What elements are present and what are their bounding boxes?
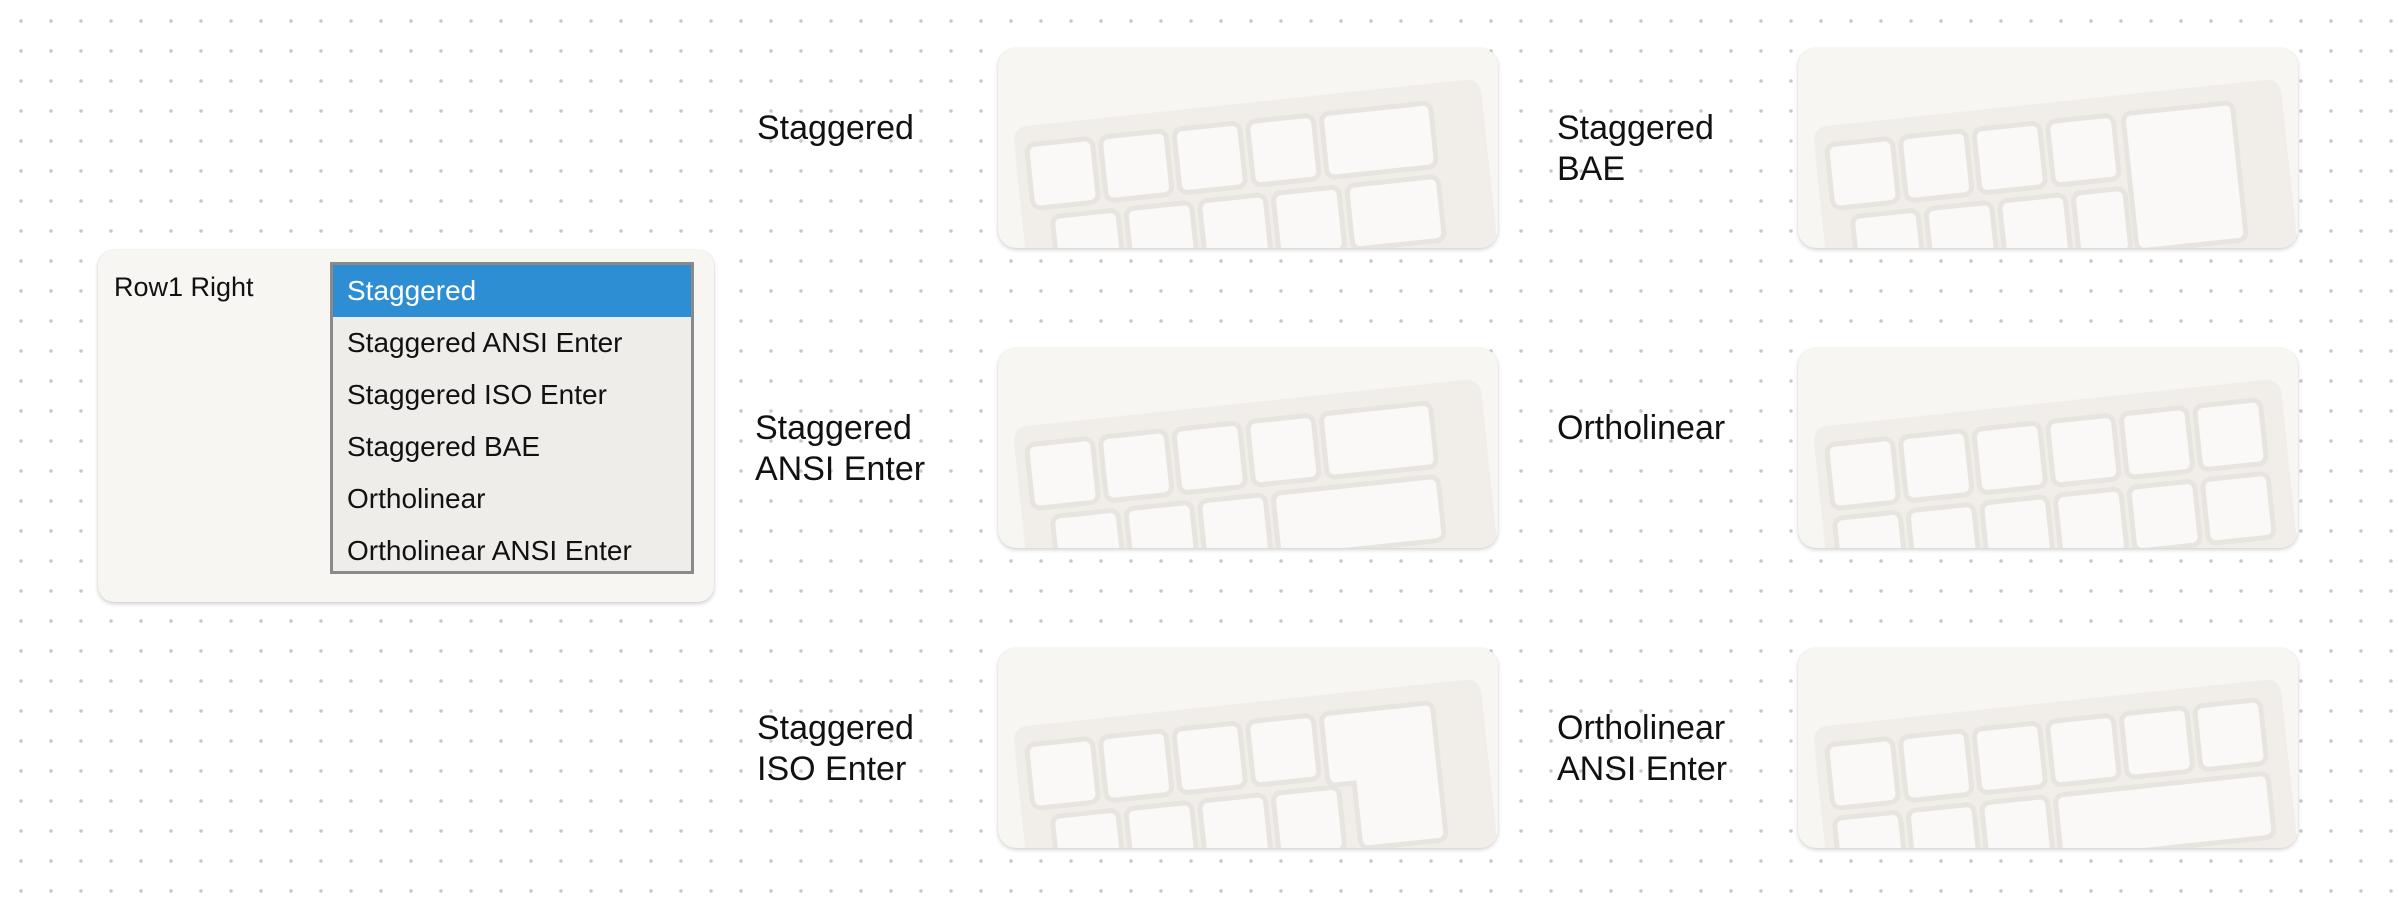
keyboard-ortholinear-icon[interactable]	[1798, 348, 2298, 548]
option-staggered-ansi-enter[interactable]: Staggered ANSI Enter	[333, 317, 691, 369]
option-staggered[interactable]: Staggered	[333, 265, 691, 317]
row1-right-label: Row1 Right	[114, 272, 254, 302]
label-line: Staggered	[757, 109, 914, 147]
preview-label-ortholinear: Ortholinear	[1557, 408, 1757, 449]
option-staggered-bae[interactable]: Staggered BAE	[333, 421, 691, 473]
label-line: Staggered	[1557, 109, 1714, 147]
preview-label-staggered-ansi-enter: Staggered ANSI Enter	[755, 408, 955, 490]
label-line: ISO Enter	[757, 750, 907, 788]
preview-label-staggered: Staggered	[757, 108, 957, 149]
label-line: ANSI Enter	[755, 450, 926, 488]
preview-label-staggered-bae: Staggered BAE	[1557, 108, 1757, 190]
label-line: ANSI Enter	[1557, 750, 1728, 788]
label-line: BAE	[1557, 150, 1626, 188]
option-ortholinear-ansi-enter[interactable]: Ortholinear ANSI Enter	[333, 525, 691, 577]
keyboard-ortholinear-ansi-enter-icon[interactable]	[1798, 648, 2298, 848]
label-line: Staggered	[757, 709, 914, 747]
label-line: Ortholinear	[1557, 409, 1726, 447]
keyboard-staggered-icon[interactable]	[998, 48, 1498, 248]
option-ortholinear[interactable]: Ortholinear	[333, 473, 691, 525]
option-staggered-iso-enter[interactable]: Staggered ISO Enter	[333, 369, 691, 421]
keyboard-staggered-iso-enter-icon[interactable]	[998, 648, 1498, 848]
layout-dropdown-list[interactable]: Staggered Staggered ANSI Enter Staggered…	[330, 262, 694, 574]
keyboard-staggered-ansi-enter-icon[interactable]	[998, 348, 1498, 548]
keyboard-staggered-bae-icon[interactable]	[1798, 48, 2298, 248]
label-line: Staggered	[755, 409, 912, 447]
row1-right-setting-panel: Row1 Right Staggered Staggered ANSI Ente…	[98, 250, 714, 602]
preview-label-ortholinear-ansi-enter: Ortholinear ANSI Enter	[1557, 708, 1757, 790]
label-line: Ortholinear	[1557, 709, 1726, 747]
preview-label-staggered-iso-enter: Staggered ISO Enter	[757, 708, 957, 790]
